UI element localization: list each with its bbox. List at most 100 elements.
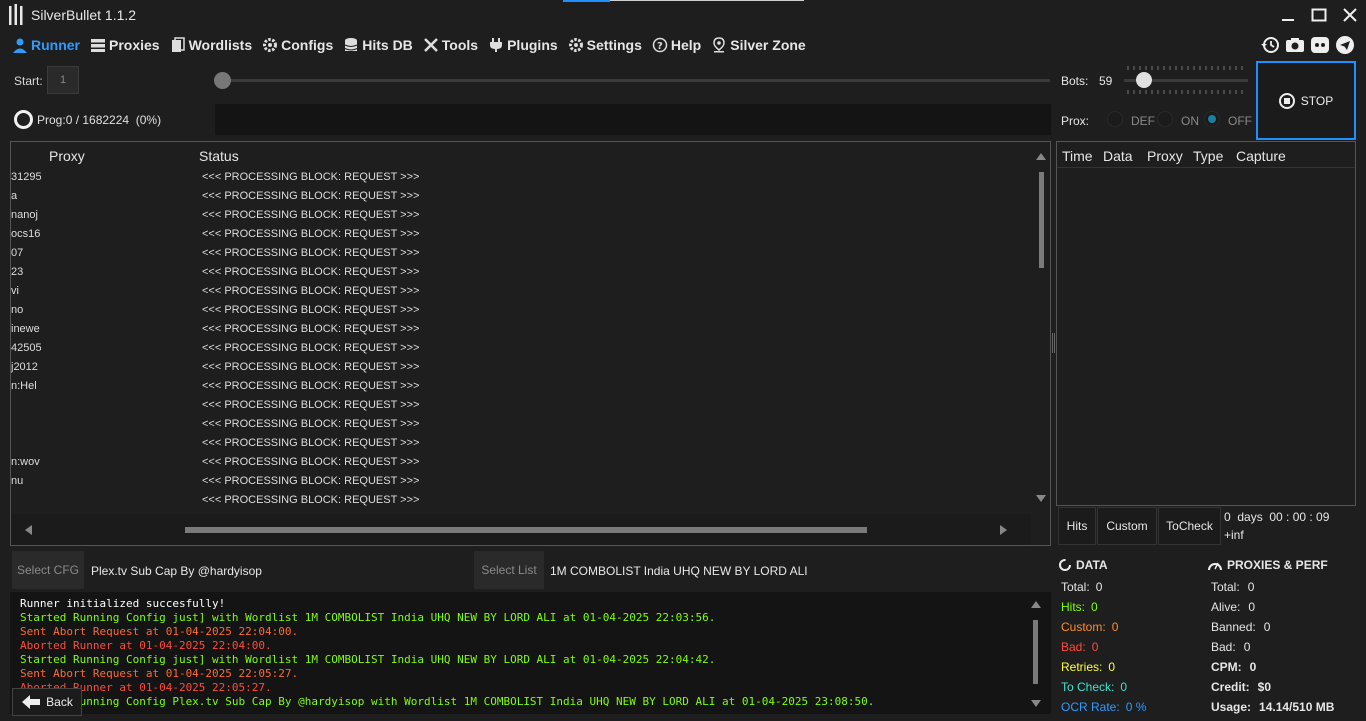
column-header-proxy[interactable]: Proxy <box>49 148 85 164</box>
select-list-button[interactable]: Select List <box>474 551 544 589</box>
table-row[interactable]: nu <<< PROCESSING BLOCK: REQUEST >>> <box>11 472 1031 491</box>
log-output[interactable]: Runner initialized succesfully! Started R… <box>10 592 1051 714</box>
grid-hscroll-thumb[interactable] <box>185 527 867 533</box>
row-status: <<< PROCESSING BLOCK: REQUEST >>> <box>202 228 420 240</box>
column-header-capture[interactable]: Capture <box>1236 148 1286 164</box>
table-row[interactable]: a <<< PROCESSING BLOCK: REQUEST >>> <box>11 187 1031 206</box>
column-header-status[interactable]: Status <box>199 148 239 164</box>
table-row[interactable]: <<< PROCESSING BLOCK: REQUEST >>> <box>11 434 1031 453</box>
grid-vscroll-thumb[interactable] <box>1039 172 1044 268</box>
nav-tools[interactable]: Tools <box>423 37 478 53</box>
start-slider-track[interactable] <box>222 79 1050 82</box>
row-proxy: 07 <box>11 247 24 259</box>
table-row[interactable]: n:wov <<< PROCESSING BLOCK: REQUEST >>> <box>11 453 1031 472</box>
title-bar <box>0 0 1366 30</box>
table-row[interactable]: inewe <<< PROCESSING BLOCK: REQUEST >>> <box>11 320 1031 339</box>
stat-value: 0 <box>1120 680 1128 694</box>
nav-label: Runner <box>31 37 80 53</box>
plug-icon <box>490 38 503 52</box>
log-line: Started Running Config Plex.tv Sub Cap B… <box>20 695 875 708</box>
perf-stat: Bad: 0 <box>1211 640 1250 654</box>
row-status: <<< PROCESSING BLOCK: REQUEST >>> <box>202 456 420 468</box>
prox-def-radio[interactable] <box>1107 111 1123 127</box>
log-scroll-thumb[interactable] <box>1033 620 1038 684</box>
data-stat: Bad: 0 <box>1061 640 1098 654</box>
row-proxy: n:Hel <box>11 380 37 392</box>
stop-button[interactable]: STOP <box>1256 61 1356 140</box>
table-row[interactable]: <<< PROCESSING BLOCK: REQUEST >>> <box>11 491 1031 510</box>
nav-proxies[interactable]: Proxies <box>90 37 160 53</box>
minimize-button[interactable] <box>1277 5 1299 25</box>
perf-stat: Usage: 14.14/510 MB <box>1211 700 1334 714</box>
table-row[interactable]: ocs16 <<< PROCESSING BLOCK: REQUEST >>> <box>11 225 1031 244</box>
log-line: Started Running Config just] with Wordli… <box>20 611 716 624</box>
nav-label: Settings <box>586 37 642 53</box>
database-icon <box>345 38 358 51</box>
column-header-data[interactable]: Data <box>1103 148 1133 164</box>
tocheck-tab[interactable]: ToCheck <box>1158 507 1221 545</box>
column-header-type[interactable]: Type <box>1193 148 1223 164</box>
nav-label: Tools <box>441 37 479 53</box>
top-accent-line <box>610 0 804 1</box>
start-label: Start: <box>14 74 43 88</box>
stat-label: CPM: <box>1211 660 1242 674</box>
nav-help[interactable]: ? Help <box>652 37 701 53</box>
nav-runner[interactable]: Runner <box>12 37 80 53</box>
data-stat: Retries: 0 <box>1061 660 1115 674</box>
history-button[interactable] <box>1259 35 1281 55</box>
svg-text:?: ? <box>657 41 663 52</box>
row-proxy: j2012 <box>11 361 38 373</box>
column-header-time[interactable]: Time <box>1062 148 1093 164</box>
nav-configs[interactable]: Configs <box>262 37 333 53</box>
table-row[interactable]: n:Hel <<< PROCESSING BLOCK: REQUEST >>> <box>11 377 1031 396</box>
discord-button[interactable] <box>1309 35 1331 55</box>
row-proxy: ocs16 <box>11 228 41 240</box>
select-cfg-button[interactable]: Select CFG <box>12 551 84 589</box>
start-slider-thumb[interactable] <box>214 72 231 89</box>
nav-hits-db[interactable]: Hits DB <box>343 37 413 53</box>
data-title: DATA <box>1076 558 1108 572</box>
row-proxy: nanoj <box>11 209 38 221</box>
table-row[interactable]: 07 <<< PROCESSING BLOCK: REQUEST >>> <box>11 244 1031 263</box>
custom-tab[interactable]: Custom <box>1097 507 1157 545</box>
nav-silver-zone[interactable]: Silver Zone <box>711 37 806 53</box>
table-row[interactable]: vi <<< PROCESSING BLOCK: REQUEST >>> <box>11 282 1031 301</box>
grid-horizontal-scrollbar[interactable] <box>11 514 1031 545</box>
stop-icon <box>1278 92 1295 109</box>
table-row[interactable]: <<< PROCESSING BLOCK: REQUEST >>> <box>11 415 1031 434</box>
table-row[interactable]: <<< PROCESSING BLOCK: REQUEST >>> <box>11 396 1031 415</box>
nav-plugins[interactable]: Plugins <box>488 37 558 53</box>
table-row[interactable]: no <<< PROCESSING BLOCK: REQUEST >>> <box>11 301 1031 320</box>
table-row[interactable]: j2012 <<< PROCESSING BLOCK: REQUEST >>> <box>11 358 1031 377</box>
close-button[interactable] <box>1339 5 1361 25</box>
prox-on-radio[interactable] <box>1157 111 1173 127</box>
table-row[interactable]: 23 <<< PROCESSING BLOCK: REQUEST >>> <box>11 263 1031 282</box>
row-proxy: n:wov <box>11 456 40 468</box>
nav-wordlists[interactable]: Wordlists <box>170 37 252 53</box>
hits-tab[interactable]: Hits <box>1058 507 1096 545</box>
stat-value: 0 <box>1095 580 1103 594</box>
row-proxy: 42505 <box>11 342 41 354</box>
table-row[interactable]: 31295 <<< PROCESSING BLOCK: REQUEST >>> <box>11 168 1031 187</box>
log-scroll-down-icon[interactable] <box>1031 700 1041 707</box>
prox-off-radio[interactable] <box>1204 111 1220 127</box>
table-row[interactable]: 42505 <<< PROCESSING BLOCK: REQUEST >>> <box>11 339 1031 358</box>
perf-stat: Credit: $0 <box>1211 680 1271 694</box>
start-input[interactable]: 1 <box>47 66 79 94</box>
bots-slider-thumb[interactable] <box>1136 72 1152 88</box>
elapsed-timer: 0 days 00 : 00 : 09 +inf <box>1224 510 1330 542</box>
selected-config-name: Plex.tv Sub Cap By @hardyisop <box>91 564 262 578</box>
prox-on-label: ON <box>1181 114 1199 128</box>
table-row[interactable]: nanoj <<< PROCESSING BLOCK: REQUEST >>> <box>11 206 1031 225</box>
back-button[interactable]: Back <box>12 688 82 716</box>
column-header-proxy[interactable]: Proxy <box>1147 148 1183 164</box>
nav-settings[interactable]: Settings <box>568 37 642 53</box>
panel-splitter[interactable] <box>1052 333 1055 353</box>
log-scroll-up-icon[interactable] <box>1031 601 1041 608</box>
maximize-button[interactable] <box>1308 5 1330 25</box>
screenshot-button[interactable] <box>1284 35 1306 55</box>
data-stat: To Check: 0 <box>1061 680 1127 694</box>
grid-vertical-scrollbar[interactable] <box>1031 142 1050 514</box>
telegram-button[interactable] <box>1334 35 1356 55</box>
history-icon <box>1261 37 1279 53</box>
